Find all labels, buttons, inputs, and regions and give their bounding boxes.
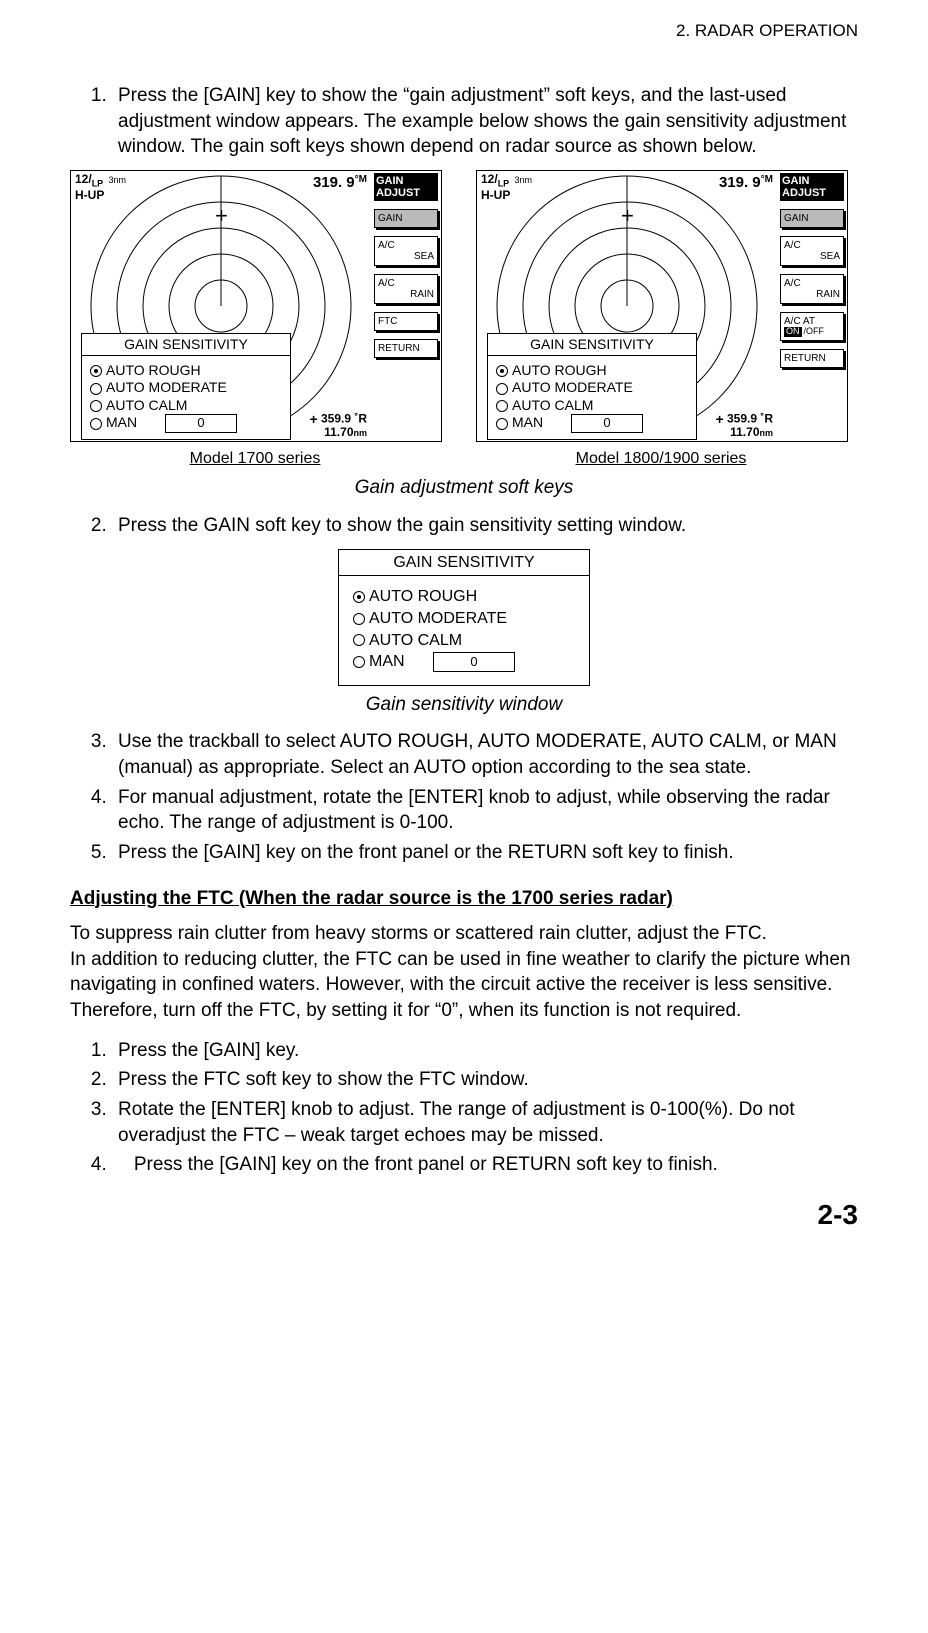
softkey-ac-rain[interactable]: A/CRAIN — [374, 274, 438, 304]
ftc-step-1: Press the [GAIN] key. — [112, 1038, 858, 1064]
softkey-column-1700: GAINADJUST GAIN A/CSEA A/CRAIN FTC RETUR… — [371, 171, 441, 441]
opt-auto-calm[interactable]: AUTO CALM — [496, 397, 688, 415]
ftc-para-1: To suppress rain clutter from heavy stor… — [70, 921, 858, 1024]
ftc-subheading: Adjusting the FTC (When the radar source… — [70, 886, 858, 912]
gain-window-title: GAIN SENSITIVITY — [488, 334, 696, 356]
man-value: 0 — [433, 652, 515, 672]
opt-auto-rough[interactable]: AUTO ROUGH — [353, 586, 575, 608]
heading-readout: 319. 9°M — [719, 173, 773, 193]
softkey-ftc[interactable]: FTC — [374, 312, 438, 331]
man-value: 0 — [571, 414, 643, 432]
step-4: For manual adjustment, rotate the [ENTER… — [112, 785, 858, 836]
radar-screen-1700: 12/LP 3nm H-UP 319. 9°M + + 359.9 ˚R 11.… — [70, 170, 442, 442]
running-header: 2. RADAR OPERATION — [70, 20, 858, 43]
opt-auto-moderate[interactable]: AUTO MODERATE — [353, 608, 575, 630]
bearing-range-readout: + 359.9 ˚R 11.70nm — [715, 412, 773, 439]
softkey-ac-sea[interactable]: A/CSEA — [374, 236, 438, 266]
gain-sensitivity-window: GAIN SENSITIVITY AUTO ROUGH AUTO MODERAT… — [487, 333, 697, 440]
ftc-step-4: Press the [GAIN] key on the front panel … — [112, 1152, 858, 1178]
softkey-return[interactable]: RETURN — [374, 339, 438, 358]
steps-mid: Press the GAIN soft key to show the gain… — [70, 513, 858, 539]
ftc-step-3: Rotate the [ENTER] knob to adjust. The r… — [112, 1097, 858, 1148]
softkey-ac-rain[interactable]: A/CRAIN — [780, 274, 844, 304]
opt-auto-moderate[interactable]: AUTO MODERATE — [496, 379, 688, 397]
opt-man[interactable]: MAN 0 — [90, 414, 282, 432]
model-caption-1800: Model 1800/1900 series — [476, 448, 846, 470]
opt-auto-calm[interactable]: AUTO CALM — [353, 630, 575, 652]
opt-man[interactable]: MAN 0 — [496, 414, 688, 432]
step-2: Press the GAIN soft key to show the gain… — [112, 513, 858, 539]
gain-sensitivity-window-standalone: GAIN SENSITIVITY AUTO ROUGH AUTO MODERAT… — [338, 549, 590, 686]
softkey-title: GAINADJUST — [374, 173, 438, 201]
opt-auto-rough[interactable]: AUTO ROUGH — [90, 362, 282, 380]
step-3: Use the trackball to select AUTO ROUGH, … — [112, 729, 858, 780]
heading-readout: 319. 9°M — [313, 173, 367, 193]
gain-window-title: GAIN SENSITIVITY — [82, 334, 290, 356]
radar-screen-1800: 12/LP 3nm H-UP 319. 9°M + + 359.9 ˚R 11.… — [476, 170, 848, 442]
opt-auto-rough[interactable]: AUTO ROUGH — [496, 362, 688, 380]
cursor-cross: + — [215, 201, 228, 231]
softkey-column-1800: GAINADJUST GAIN A/CSEA A/CRAIN A/C AT ON… — [777, 171, 847, 441]
softkey-title: GAINADJUST — [780, 173, 844, 201]
steps-remaining: Use the trackball to select AUTO ROUGH, … — [70, 729, 858, 865]
figure-gain-adjust: 12/LP 3nm H-UP 319. 9°M + + 359.9 ˚R 11.… — [70, 170, 858, 470]
step-1: Press the [GAIN] key to show the “gain a… — [112, 83, 858, 160]
gain-sensitivity-window: GAIN SENSITIVITY AUTO ROUGH AUTO MODERAT… — [81, 333, 291, 440]
step-5: Press the [GAIN] key on the front panel … — [112, 840, 858, 866]
cursor-cross: + — [621, 201, 634, 231]
range-indicator: 12/LP 3nm H-UP — [75, 173, 126, 201]
softkey-gain[interactable]: GAIN — [374, 209, 438, 228]
radar-block-1800: 12/LP 3nm H-UP 319. 9°M + + 359.9 ˚R 11.… — [476, 170, 846, 470]
softkey-gain[interactable]: GAIN — [780, 209, 844, 228]
ftc-steps: Press the [GAIN] key. Press the FTC soft… — [70, 1038, 858, 1178]
radar-block-1700: 12/LP 3nm H-UP 319. 9°M + + 359.9 ˚R 11.… — [70, 170, 440, 470]
gain-window-title: GAIN SENSITIVITY — [339, 550, 589, 577]
softkey-return[interactable]: RETURN — [780, 349, 844, 368]
figure-caption-2: Gain sensitivity window — [70, 692, 858, 718]
opt-auto-calm[interactable]: AUTO CALM — [90, 397, 282, 415]
range-indicator: 12/LP 3nm H-UP — [481, 173, 532, 201]
page-number: 2-3 — [70, 1196, 858, 1234]
figure-caption-1: Gain adjustment soft keys — [70, 475, 858, 501]
opt-auto-moderate[interactable]: AUTO MODERATE — [90, 379, 282, 397]
softkey-ac-at[interactable]: A/C AT ON/OFF — [780, 312, 844, 341]
ftc-step-2: Press the FTC soft key to show the FTC w… — [112, 1067, 858, 1093]
man-value: 0 — [165, 414, 237, 432]
model-caption-1700: Model 1700 series — [70, 448, 440, 470]
opt-man[interactable]: MAN 0 — [353, 651, 575, 673]
bearing-range-readout: + 359.9 ˚R 11.70nm — [309, 412, 367, 439]
steps-top: Press the [GAIN] key to show the “gain a… — [70, 83, 858, 160]
softkey-ac-sea[interactable]: A/CSEA — [780, 236, 844, 266]
